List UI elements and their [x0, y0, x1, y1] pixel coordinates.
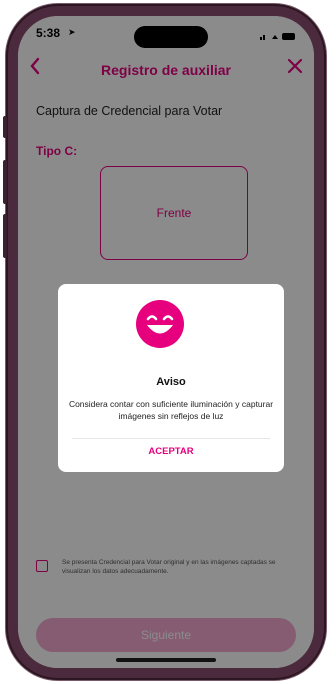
smiley-face-icon — [136, 300, 184, 348]
dialog-divider — [72, 438, 270, 439]
notice-dialog: Aviso Considera contar con suficiente il… — [58, 284, 284, 472]
dialog-title: Aviso — [156, 376, 186, 388]
side-button-silent — [3, 116, 7, 138]
app-screen: 5:38 ➤ Registro de auxiliar Captura de C… — [18, 16, 314, 668]
side-button-volume-down — [3, 214, 7, 258]
accept-button[interactable]: ACEPTAR — [58, 446, 284, 457]
dialog-message: Considera contar con suficiente iluminac… — [68, 399, 274, 421]
side-button-volume-up — [3, 160, 7, 204]
